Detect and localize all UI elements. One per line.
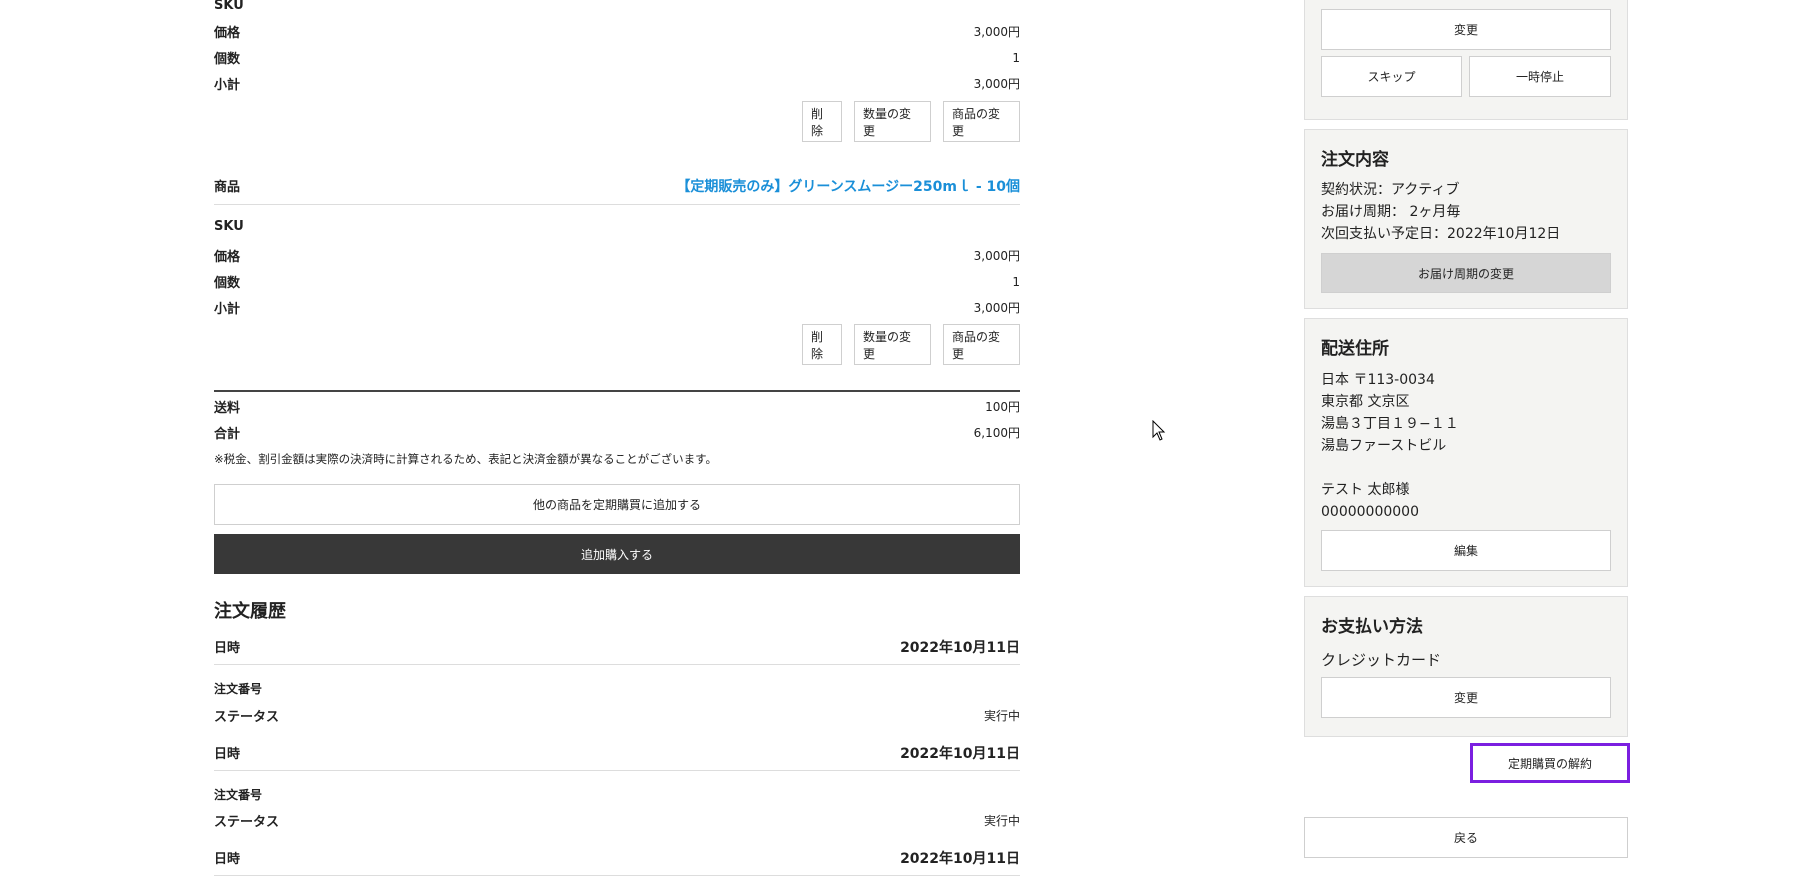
tax-note: ※税金、割引金額は実際の決済時に計算されるため、表記と決済金額が異なることがござ… [214, 452, 717, 466]
address-line-2: 東京都 文京区 [1321, 394, 1410, 410]
change-delivery-cycle-button[interactable]: お届け周期の変更 [1321, 253, 1611, 293]
status-label: ステータス [214, 710, 280, 725]
status-value: 実行中 [983, 709, 1020, 723]
quantity-label: 個数 [214, 52, 241, 67]
product-2-actions: 削除 数量の変更 商品の変更 [214, 324, 1020, 365]
date-label: 日時 [214, 852, 241, 867]
shipping-label: 送料 [214, 401, 241, 416]
order-details-card: 注文内容 契約状況：アクティブ お届け周期： 2ヶ月毎 次回支払い予定日：202… [1304, 129, 1628, 309]
history-date-row: 日時 2022年10月11日 [214, 848, 1020, 876]
pause-button[interactable]: 一時停止 [1469, 56, 1611, 97]
recipient-name: テスト 太郎様 [1321, 482, 1410, 498]
history-status-row: ステータス 実行中 [214, 706, 1020, 725]
order-details-title: 注文内容 [1321, 150, 1389, 170]
sku-label: SKU [214, 219, 244, 234]
subtotal-row: 小計 3,000円 [214, 298, 1020, 317]
change-button[interactable]: 変更 [1321, 9, 1611, 50]
address-line-3: 湯島３丁目１９−１１ [1321, 416, 1459, 432]
change-product-button[interactable]: 商品の変更 [943, 324, 1020, 365]
delete-button[interactable]: 削除 [802, 324, 842, 365]
skip-button[interactable]: スキップ [1321, 56, 1462, 97]
order-history-title: 注文履歴 [214, 601, 286, 622]
sku-label: SKU [214, 0, 244, 13]
mouse-cursor-icon [1152, 419, 1166, 446]
delivery-cycle: お届け周期： 2ヶ月毎 [1321, 204, 1461, 220]
payment-method-value: クレジットカード [1321, 651, 1442, 669]
product-1-actions: 削除 数量の変更 商品の変更 [214, 101, 1020, 142]
date-value: 2022年10月11日 [900, 640, 1020, 656]
quantity-value: 1 [1012, 50, 1020, 65]
product-label: 商品 [214, 180, 241, 195]
price-row: 価格 3,000円 [214, 246, 1020, 265]
shipping-row: 送料 100円 [214, 397, 1020, 416]
history-date-row: 日時 2022年10月11日 [214, 637, 1020, 665]
change-payment-button[interactable]: 変更 [1321, 677, 1611, 718]
price-label: 価格 [214, 250, 241, 265]
address-line-4: 湯島ファーストビル [1321, 438, 1447, 454]
date-value: 2022年10月11日 [900, 851, 1020, 867]
total-row: 合計 6,100円 [214, 423, 1020, 442]
shipping-address-card: 配送住所 日本 〒113-0034 東京都 文京区 湯島３丁目１９−１１ 湯島フ… [1304, 318, 1628, 587]
cancel-subscription-button[interactable]: 定期購買の解約 [1470, 743, 1630, 783]
shipping-address-title: 配送住所 [1321, 339, 1389, 359]
subtotal-label: 小計 [214, 302, 241, 317]
order-number-label: 注文番号 [214, 788, 263, 802]
edit-address-button[interactable]: 編集 [1321, 530, 1611, 571]
delete-button[interactable]: 削除 [802, 101, 842, 142]
quantity-row: 個数 1 [214, 48, 1020, 68]
status-value: 実行中 [983, 814, 1020, 828]
change-quantity-button[interactable]: 数量の変更 [854, 324, 931, 365]
product-name-link[interactable]: 【定期販売のみ】グリーンスムージー250mｌ - 10個 [676, 176, 1020, 196]
recipient-phone: 00000000000 [1321, 504, 1419, 520]
price-label: 価格 [214, 26, 241, 41]
shipping-value: 100円 [985, 400, 1020, 414]
quantity-label: 個数 [214, 276, 241, 291]
total-label: 合計 [214, 427, 241, 442]
order-number-label: 注文番号 [214, 682, 263, 696]
history-status-row: ステータス 実行中 [214, 811, 1020, 830]
contract-status: 契約状況：アクティブ [1321, 182, 1460, 198]
date-label: 日時 [214, 641, 241, 656]
quantity-row: 個数 1 [214, 272, 1020, 292]
next-payment-date: 次回支払い予定日：2022年10月12日 [1321, 226, 1561, 242]
quantity-value: 1 [1012, 274, 1020, 289]
subtotal-label: 小計 [214, 78, 241, 93]
subscription-control-card: 変更 スキップ 一時停止 [1304, 0, 1628, 120]
subtotal-value: 3,000円 [973, 301, 1020, 315]
add-other-products-button[interactable]: 他の商品を定期購買に追加する [214, 484, 1020, 525]
back-button[interactable]: 戻る [1304, 817, 1628, 858]
price-value: 3,000円 [973, 25, 1020, 39]
status-label: ステータス [214, 815, 280, 830]
product-row: 商品 【定期販売のみ】グリーンスムージー250mｌ - 10個 [214, 176, 1020, 205]
payment-method-card: お支払い方法 クレジットカード 変更 [1304, 596, 1628, 737]
date-label: 日時 [214, 747, 241, 762]
subtotal-value: 3,000円 [973, 77, 1020, 91]
payment-method-title: お支払い方法 [1321, 617, 1423, 637]
change-product-button[interactable]: 商品の変更 [943, 101, 1020, 142]
total-value: 6,100円 [973, 426, 1020, 440]
add-purchase-button[interactable]: 追加購入する [214, 534, 1020, 574]
date-value: 2022年10月11日 [900, 746, 1020, 762]
totals-divider [214, 390, 1020, 392]
price-value: 3,000円 [973, 249, 1020, 263]
subtotal-row: 小計 3,000円 [214, 74, 1020, 93]
change-quantity-button[interactable]: 数量の変更 [854, 101, 931, 142]
history-date-row: 日時 2022年10月11日 [214, 743, 1020, 771]
price-row: 価格 3,000円 [214, 22, 1020, 41]
address-line-1: 日本 〒113-0034 [1321, 372, 1435, 388]
